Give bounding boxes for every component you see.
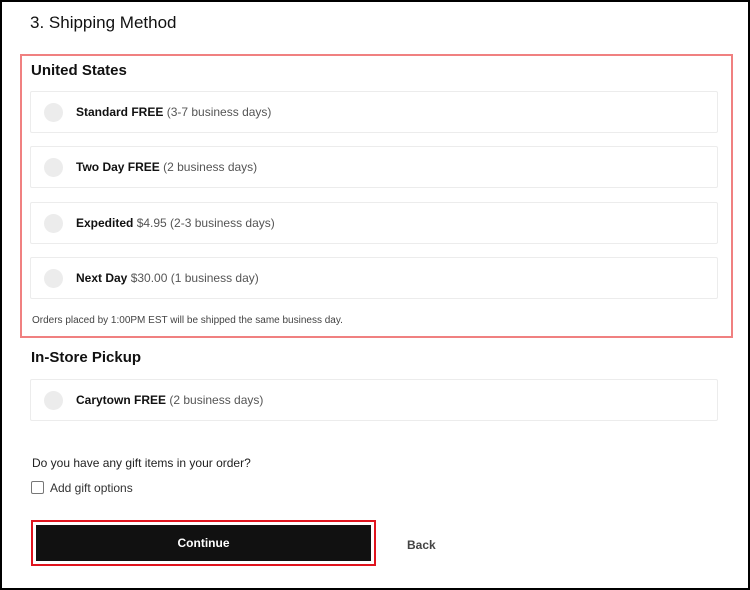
step-title: 3. Shipping Method	[30, 13, 177, 32]
pickup-section-title: In-Store Pickup	[31, 349, 142, 366]
option-name: Two Day FREE	[76, 160, 160, 174]
radio-button[interactable]	[44, 103, 63, 122]
gift-options-label[interactable]: Add gift options	[50, 481, 133, 495]
gift-question: Do you have any gift items in your order…	[32, 456, 251, 470]
continue-button[interactable]: Continue	[36, 525, 371, 561]
option-detail: (2 business days)	[166, 393, 264, 407]
radio-button[interactable]	[44, 269, 63, 288]
option-detail: $30.00 (1 business day)	[127, 271, 259, 285]
option-name: Next Day	[76, 271, 128, 285]
radio-button[interactable]	[44, 158, 63, 177]
checkout-panel: 3. Shipping Method United States Standar…	[0, 0, 750, 590]
option-detail: (3-7 business days)	[163, 105, 272, 119]
shipping-cutoff-note: Orders placed by 1:00PM EST will be ship…	[32, 315, 343, 326]
pickup-option-carytown[interactable]: Carytown FREE (2 business days)	[30, 379, 718, 421]
radio-button[interactable]	[44, 391, 63, 410]
continue-button-highlight: Continue	[31, 520, 376, 566]
radio-button[interactable]	[44, 214, 63, 233]
option-detail: $4.95 (2-3 business days)	[133, 216, 275, 230]
gift-options-checkbox[interactable]	[31, 481, 44, 494]
shipping-option-standard[interactable]: Standard FREE (3-7 business days)	[30, 91, 718, 133]
option-detail: (2 business days)	[159, 160, 258, 174]
back-link[interactable]: Back	[407, 538, 436, 552]
shipping-option-expedited[interactable]: Expedited $4.95 (2-3 business days)	[30, 202, 718, 244]
option-name: Carytown FREE	[76, 393, 167, 407]
option-name: Expedited	[76, 216, 134, 230]
us-section-title: United States	[31, 62, 127, 79]
shipping-option-two-day[interactable]: Two Day FREE (2 business days)	[30, 146, 718, 188]
option-name: Standard FREE	[76, 105, 164, 119]
shipping-option-next-day[interactable]: Next Day $30.00 (1 business day)	[30, 257, 718, 299]
